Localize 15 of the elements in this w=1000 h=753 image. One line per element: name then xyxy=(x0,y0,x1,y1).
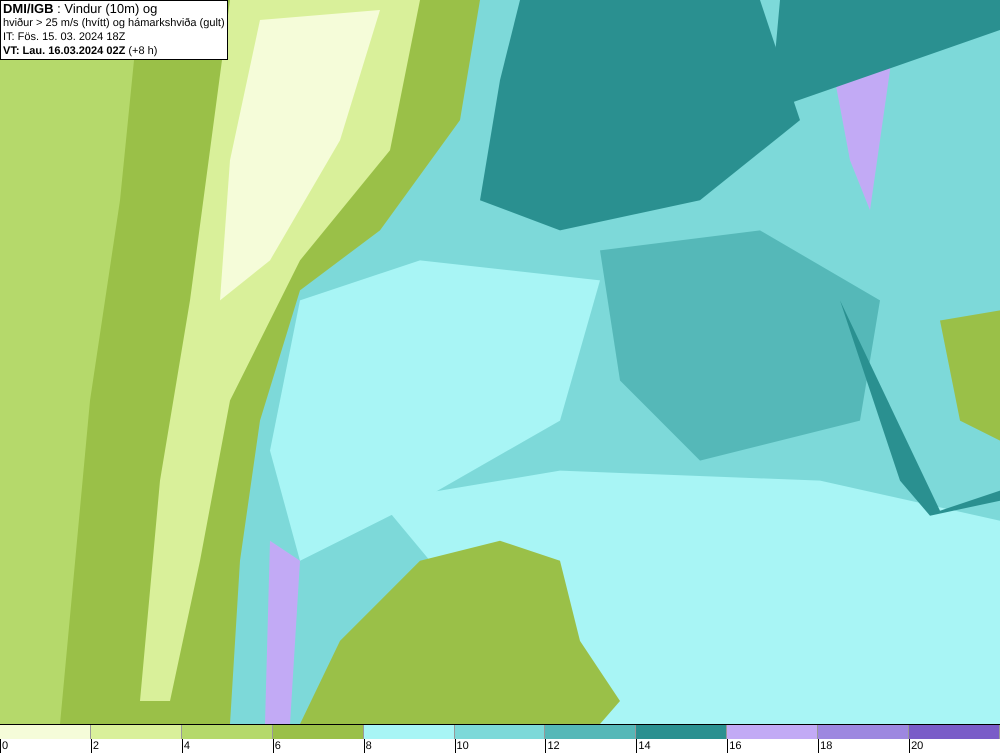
legend-label: 16 xyxy=(728,740,742,753)
legend-label: 12 xyxy=(546,740,560,753)
legend-label: 18 xyxy=(819,740,832,753)
legend-label: 2 xyxy=(92,740,100,753)
legend-label: 6 xyxy=(274,740,281,753)
legend-label: 8 xyxy=(364,740,372,753)
legend-label: 4 xyxy=(182,740,190,753)
info-text: VT: Lau. 16.03.2024 02Z (+8 h) xyxy=(3,44,158,58)
legend-label: 14 xyxy=(637,740,651,753)
legend-label: 10 xyxy=(456,740,469,753)
legend-label: 0 xyxy=(1,740,8,753)
info-text: IT: Fös. 15. 03. 2024 18Z xyxy=(3,30,126,44)
legend-label: 20 xyxy=(910,740,924,753)
info-text: hviður > 25 m/s (hvítt) og hámarkshviða (gult) xyxy=(3,16,225,30)
info-text: DMI/IGB : Vindur (10m) og xyxy=(3,2,158,16)
